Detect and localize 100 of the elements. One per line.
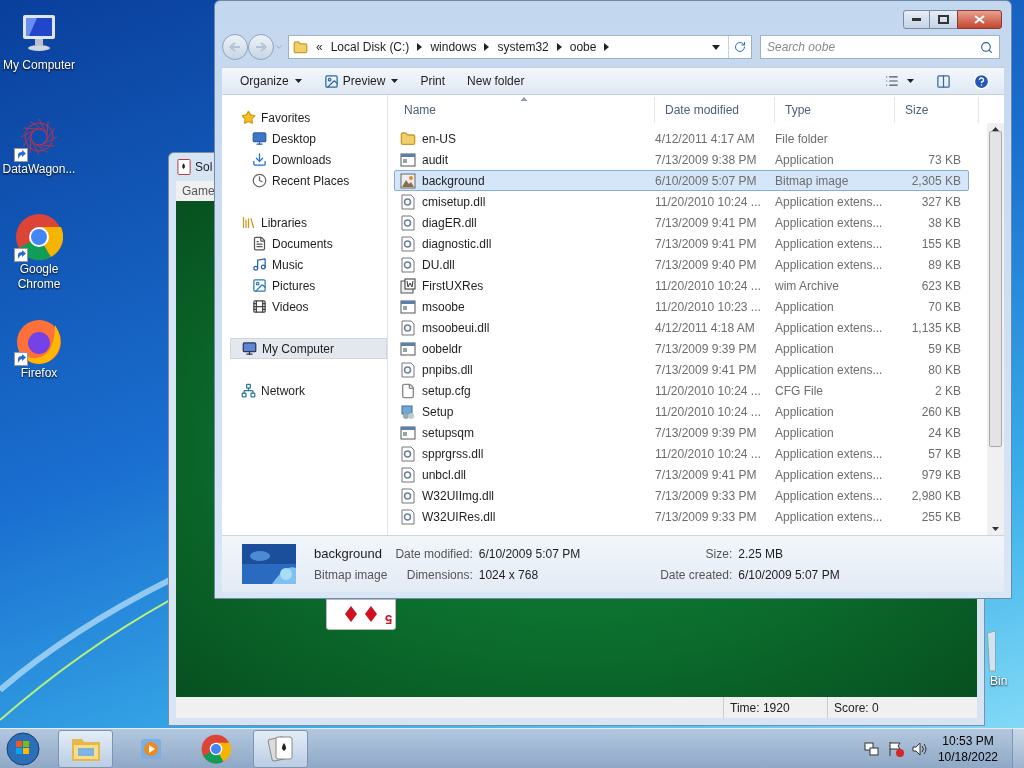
- nav-item[interactable]: Downloads: [230, 149, 387, 170]
- caret-icon: [907, 79, 914, 83]
- nav-item[interactable]: Music: [230, 254, 387, 275]
- column-header[interactable]: Date modified: [655, 97, 775, 123]
- type-cell-text: Application extens...: [775, 466, 884, 484]
- show-desktop-button[interactable]: [1012, 728, 1024, 768]
- view-options-button[interactable]: [885, 74, 914, 88]
- archive-icon: [400, 277, 416, 294]
- diamond-icon: [364, 606, 377, 622]
- blank-file-icon: [400, 382, 416, 399]
- taskbar-button[interactable]: [58, 729, 113, 768]
- column-header[interactable]: Size: [895, 97, 979, 123]
- file-row[interactable]: spprgrss.dll 11/20/2010 10:24 ... Application extens... 57 KB: [394, 443, 969, 464]
- details-value: 6/10/2009 5:07 PM: [737, 566, 840, 584]
- speaker-icon[interactable]: [911, 740, 928, 757]
- nav-item[interactable]: Videos: [230, 296, 387, 317]
- file-row[interactable]: setupsqm 7/13/2009 9:39 PM Application 24 KB: [394, 422, 969, 443]
- taskbar-button[interactable]: [253, 729, 308, 768]
- breadcrumb-arrow-icon[interactable]: [417, 43, 423, 51]
- preview-pane-button[interactable]: [936, 73, 951, 89]
- time-status: Time: 1920: [723, 697, 827, 718]
- column-header[interactable]: Name: [394, 97, 655, 123]
- nav-item[interactable]: Documents: [230, 233, 387, 254]
- breadcrumb-arrow-icon[interactable]: [484, 43, 490, 51]
- scroll-thumb[interactable]: [989, 130, 1002, 448]
- breadcrumb[interactable]: windows: [430, 38, 477, 56]
- nav-item[interactable]: Favorites: [230, 107, 387, 128]
- column-header[interactable]: Type: [775, 97, 895, 123]
- desktop-icon-label[interactable]: Firefox: [20, 366, 58, 381]
- file-name: unbcl.dll: [422, 466, 467, 484]
- flag-alert-icon[interactable]: [887, 740, 904, 757]
- breadcrumb[interactable]: Local Disk (C:): [330, 38, 410, 56]
- nav-item[interactable]: My Computer: [230, 338, 387, 359]
- file-name: FirstUXRes: [422, 277, 484, 295]
- file-row[interactable]: en-US 4/12/2011 4:17 AM File folder: [394, 128, 969, 149]
- address-bar[interactable]: « Local Disk (C:) windows system32 oobe: [288, 35, 752, 59]
- scrollbar[interactable]: [987, 123, 1004, 535]
- file-row[interactable]: W32UIRes.dll 7/13/2009 9:33 PM Application extens... 255 KB: [394, 506, 969, 527]
- file-row[interactable]: background 6/10/2009 5:07 PM Bitmap image 2,305 KB: [394, 170, 969, 191]
- file-row[interactable]: setup.cfg 11/20/2010 10:24 ... CFG File 2 KB: [394, 380, 969, 401]
- toolbar-button[interactable]: Print: [420, 72, 446, 90]
- desktop-icon-label[interactable]: My Computer: [3, 58, 75, 73]
- network-status-icon[interactable]: [863, 740, 880, 757]
- toolbar-button[interactable]: Organize: [240, 72, 302, 90]
- file-row[interactable]: FirstUXRes 11/20/2010 10:24 ... wim Archive 623 KB: [394, 275, 969, 296]
- dropdown-arrow-icon[interactable]: [712, 44, 720, 50]
- card-rank: 5: [384, 612, 392, 626]
- size-cell-text: 80 KB: [927, 361, 961, 379]
- toolbar-button[interactable]: Preview: [323, 72, 399, 90]
- file-row[interactable]: cmisetup.dll 11/20/2010 10:24 ... Application extens... 327 KB: [394, 191, 969, 212]
- nav-item[interactable]: Pictures: [230, 275, 387, 296]
- date-cell-text: 7/13/2009 9:39 PM: [655, 340, 758, 358]
- search-field[interactable]: Search oobe: [760, 35, 1000, 59]
- file-row[interactable]: DU.dll 7/13/2009 9:40 PM Application extens... 89 KB: [394, 254, 969, 275]
- restore-icon: [938, 15, 949, 24]
- breadcrumb-arrow-icon[interactable]: [556, 43, 562, 51]
- file-row[interactable]: audit 7/13/2009 9:38 PM Application 73 KB: [394, 149, 969, 170]
- clock[interactable]: 10:53 PM 10/18/2022: [937, 732, 998, 765]
- help-icon: [973, 72, 990, 90]
- date-cell-text: 11/20/2010 10:24 ...: [655, 445, 762, 463]
- file-row[interactable]: unbcl.dll 7/13/2009 9:41 PM Application extens... 979 KB: [394, 464, 969, 485]
- nav-item[interactable]: Desktop: [230, 128, 387, 149]
- menu-item[interactable]: Game: [182, 182, 215, 200]
- desktop-icon-label[interactable]: DataWagon...: [2, 162, 76, 177]
- toolbar-button[interactable]: New folder: [467, 72, 525, 90]
- folder-icon: [400, 130, 416, 147]
- help-button[interactable]: [973, 72, 990, 90]
- file-row[interactable]: diagER.dll 7/13/2009 9:41 PM Application extens... 38 KB: [394, 212, 969, 233]
- file-row[interactable]: oobeldr 7/13/2009 9:39 PM Application 59 KB: [394, 338, 969, 359]
- gear-file-icon: [400, 256, 416, 273]
- details-file-name: background: [314, 544, 383, 563]
- folder-icon: [293, 39, 308, 55]
- size-cell-text: 59 KB: [927, 340, 961, 358]
- cards-icon: [177, 158, 192, 176]
- close-button[interactable]: [957, 10, 1002, 29]
- date-cell-text: 4/12/2011 4:17 AM: [655, 130, 756, 148]
- file-row[interactable]: diagnostic.dll 7/13/2009 9:41 PM Application extens... 155 KB: [394, 233, 969, 254]
- file-row[interactable]: msoobe 11/20/2010 10:23 ... Application 70 KB: [394, 296, 969, 317]
- breadcrumb[interactable]: oobe: [569, 38, 597, 56]
- maximize-button[interactable]: [930, 10, 957, 29]
- file-row[interactable]: msoobeui.dll 4/12/2011 4:18 AM Application extens... 1,135 KB: [394, 317, 969, 338]
- address-overflow[interactable]: «: [316, 38, 323, 56]
- playing-card[interactable]: 5: [326, 599, 396, 630]
- caret-icon: [294, 79, 302, 83]
- date-cell-text: 7/13/2009 9:40 PM: [655, 256, 758, 274]
- file-row[interactable]: pnpibs.dll 7/13/2009 9:41 PM Application extens... 80 KB: [394, 359, 969, 380]
- cards-icon: [266, 733, 295, 764]
- nav-item[interactable]: Libraries: [230, 212, 387, 233]
- breadcrumb-arrow-icon[interactable]: [604, 43, 610, 51]
- file-row[interactable]: W32UIImg.dll 7/13/2009 9:33 PM Application extens... 2,980 KB: [394, 485, 969, 506]
- document-icon: [252, 236, 267, 251]
- nav-item[interactable]: Recent Places: [230, 170, 387, 191]
- search-icon: [980, 40, 993, 54]
- file-row[interactable]: Setup 11/20/2010 10:24 ... Application 260 KB: [394, 401, 969, 422]
- nav-item[interactable]: Network: [230, 380, 387, 401]
- desktop-icon-label[interactable]: Google Chrome: [0, 262, 78, 292]
- size-cell-text: 255 KB: [920, 508, 961, 526]
- breadcrumb[interactable]: system32: [497, 38, 549, 56]
- minimize-button[interactable]: [903, 10, 930, 29]
- gear-file-icon: [400, 235, 416, 252]
